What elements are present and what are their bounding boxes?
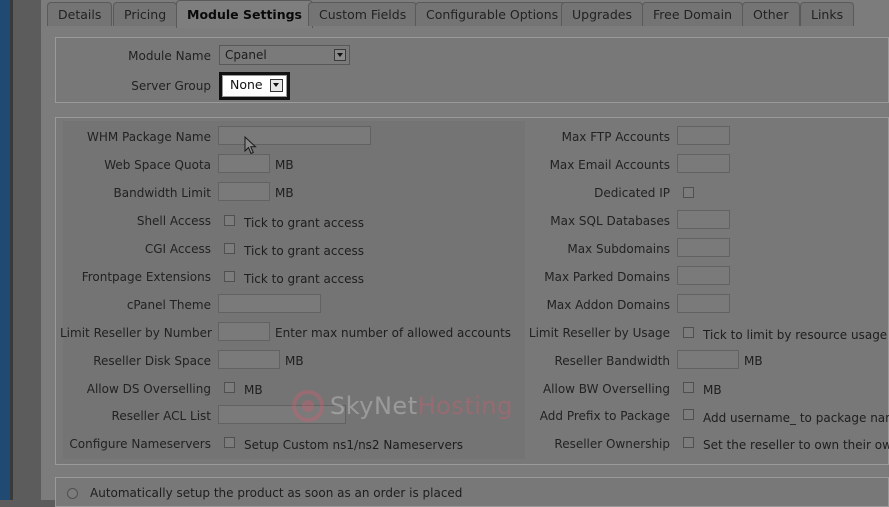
tab-upgrades[interactable]: Upgrades (561, 2, 643, 26)
max-email-accounts-label: Max Email Accounts (549, 158, 670, 172)
max-ftp-accounts-input[interactable] (677, 126, 730, 145)
allow-ds-overselling-checkbox[interactable] (224, 382, 235, 393)
limit-reseller-number-label: Limit Reseller by Number (60, 326, 212, 340)
reseller-disk-space-label: Reseller Disk Space (93, 354, 211, 368)
reseller-acl-list-label: Reseller ACL List (111, 409, 211, 423)
tab-links[interactable]: Links (800, 2, 855, 26)
reseller-bandwidth-label: Reseller Bandwidth (554, 354, 671, 368)
chevron-down-icon (334, 49, 346, 61)
server-group-value: None (230, 77, 263, 92)
max-parked-domains-input[interactable] (677, 266, 730, 285)
max-addon-domains-label: Max Addon Domains (546, 298, 670, 312)
allow-ds-unit: MB (244, 383, 263, 397)
whm-package-name-input[interactable] (218, 126, 371, 145)
reseller-acl-list-input[interactable] (218, 405, 346, 424)
max-sql-databases-label: Max SQL Databases (550, 214, 670, 228)
dedicated-ip-checkbox[interactable] (683, 187, 694, 198)
max-parked-domains-label: Max Parked Domains (544, 270, 670, 284)
frontpage-extensions-checkbox[interactable] (224, 271, 235, 282)
frontpage-extensions-label: Frontpage Extensions (81, 270, 211, 284)
configure-nameservers-label: Configure Nameservers (69, 437, 211, 451)
reseller-bandwidth-unit: MB (744, 354, 763, 368)
max-subdomains-input[interactable] (677, 238, 730, 257)
max-email-accounts-input[interactable] (677, 154, 730, 173)
cgi-access-label: CGI Access (144, 242, 211, 256)
limit-reseller-number-note: Enter max number of allowed accounts (275, 326, 512, 340)
max-subdomains-label: Max Subdomains (567, 242, 670, 256)
mouse-cursor-icon (244, 136, 257, 155)
bandwidth-limit-input[interactable] (218, 182, 270, 201)
allow-bw-unit: MB (703, 383, 722, 397)
max-ftp-accounts-label: Max FTP Accounts (561, 130, 670, 144)
shell-access-checkbox[interactable] (224, 215, 235, 226)
tab-custom-fields[interactable]: Custom Fields (308, 2, 418, 26)
auto-setup-option-label: Automatically setup the product as soon … (90, 486, 463, 500)
limit-reseller-usage-label: Limit Reseller by Usage (528, 326, 670, 340)
limit-reseller-usage-note: Tick to limit by resource usage (703, 328, 888, 342)
web-space-quota-label: Web Space Quota (104, 158, 211, 172)
cpanel-theme-input[interactable] (218, 294, 321, 313)
module-name-label: Module Name (128, 49, 211, 63)
module-name-value: Cpanel (225, 48, 267, 62)
max-sql-databases-input[interactable] (677, 210, 730, 229)
bandwidth-limit-label: Bandwidth Limit (113, 186, 211, 200)
tab-other[interactable]: Other (742, 2, 800, 26)
server-group-select[interactable]: None (219, 72, 290, 100)
configure-nameservers-note: Setup Custom ns1/ns2 Nameservers (244, 438, 464, 452)
tab-details[interactable]: Details (47, 2, 113, 26)
reseller-bandwidth-input[interactable] (677, 350, 739, 369)
allow-bw-overselling-label: Allow BW Overselling (542, 382, 670, 396)
tab-configurable-options[interactable]: Configurable Options (415, 2, 570, 26)
tab-module-settings[interactable]: Module Settings (176, 0, 313, 28)
add-prefix-to-package-label: Add Prefix to Package (539, 409, 670, 423)
frontpage-extensions-note: Tick to grant access (244, 272, 364, 286)
reseller-disk-unit: MB (285, 354, 304, 368)
chevron-down-icon (270, 79, 283, 92)
cgi-access-note: Tick to grant access (244, 244, 364, 258)
sidebar-accent-bar (0, 0, 10, 500)
module-name-select[interactable]: Cpanel (219, 45, 350, 65)
cgi-access-checkbox[interactable] (224, 243, 235, 254)
tab-pricing[interactable]: Pricing (113, 2, 178, 26)
sidebar-divider (10, 0, 13, 500)
reseller-ownership-note: Set the reseller to own their own (703, 438, 889, 452)
tab-free-domain[interactable]: Free Domain (642, 2, 744, 26)
reseller-ownership-label: Reseller Ownership (554, 437, 670, 451)
limit-reseller-usage-checkbox[interactable] (683, 327, 694, 338)
configure-nameservers-checkbox[interactable] (224, 437, 235, 448)
limit-reseller-number-input[interactable] (218, 322, 270, 341)
allow-ds-overselling-label: Allow DS Overselling (86, 382, 211, 396)
allow-bw-overselling-checkbox[interactable] (683, 382, 694, 393)
server-group-label: Server Group (131, 79, 211, 93)
auto-setup-radio[interactable] (67, 488, 78, 499)
reseller-disk-space-input[interactable] (218, 350, 280, 369)
add-prefix-note: Add username_ to package name (703, 411, 889, 425)
shell-access-label: Shell Access (136, 214, 211, 228)
reseller-ownership-checkbox[interactable] (683, 437, 694, 448)
web-space-quota-input[interactable] (218, 154, 270, 173)
shell-access-note: Tick to grant access (244, 216, 364, 230)
add-prefix-to-package-checkbox[interactable] (683, 409, 694, 420)
dedicated-ip-label: Dedicated IP (594, 186, 670, 200)
bandwidth-unit: MB (275, 186, 294, 200)
module-panel (55, 37, 889, 103)
max-addon-domains-input[interactable] (677, 294, 730, 313)
whm-package-name-label: WHM Package Name (86, 130, 211, 144)
web-space-unit: MB (275, 158, 294, 172)
cpanel-theme-label: cPanel Theme (126, 298, 211, 312)
